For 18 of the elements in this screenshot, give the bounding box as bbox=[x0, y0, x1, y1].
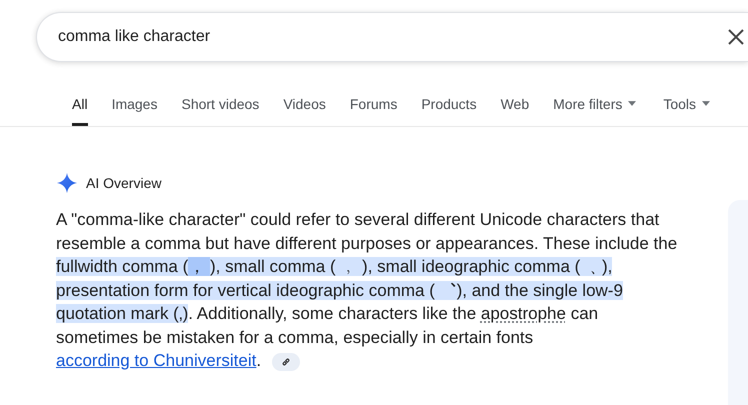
tab[interactable]: Products bbox=[421, 86, 477, 126]
search-field[interactable]: comma like character bbox=[36, 12, 748, 62]
tab[interactable]: More filters bbox=[553, 86, 636, 126]
tab[interactable]: Videos bbox=[283, 86, 326, 126]
section-title: AI Overview bbox=[86, 175, 162, 191]
caret-icon bbox=[702, 101, 710, 106]
overview-paragraph: A "comma-like character" could refer to several different Unicode characters that resemble a comma but have different purposes or appearances. These include the fullwidth comma (， ), small comma ( ﹐ ), small ideographic comma ( ﹑), presentation form for vertical ideographic comma ( ︑), and the single low-9 quotation mark (‚). Additionally, some characters like the apostrophe can sometimes be mistaken for a comma, especially in certain fonts according to Chuniversiteit. bbox=[56, 209, 678, 372]
sparkle-icon bbox=[56, 172, 78, 194]
tab[interactable]: Tools bbox=[663, 86, 710, 126]
tab[interactable]: All bbox=[72, 86, 88, 126]
caret-icon bbox=[628, 101, 636, 106]
tab[interactable]: Short videos bbox=[181, 86, 260, 126]
source-link[interactable]: according to Chuniversiteit bbox=[56, 351, 256, 370]
tab[interactable]: Forums bbox=[350, 86, 398, 126]
tab[interactable]: Web bbox=[500, 86, 530, 126]
close-icon[interactable] bbox=[726, 27, 746, 47]
tab[interactable]: Images bbox=[112, 86, 158, 126]
link-icon[interactable] bbox=[272, 352, 300, 371]
